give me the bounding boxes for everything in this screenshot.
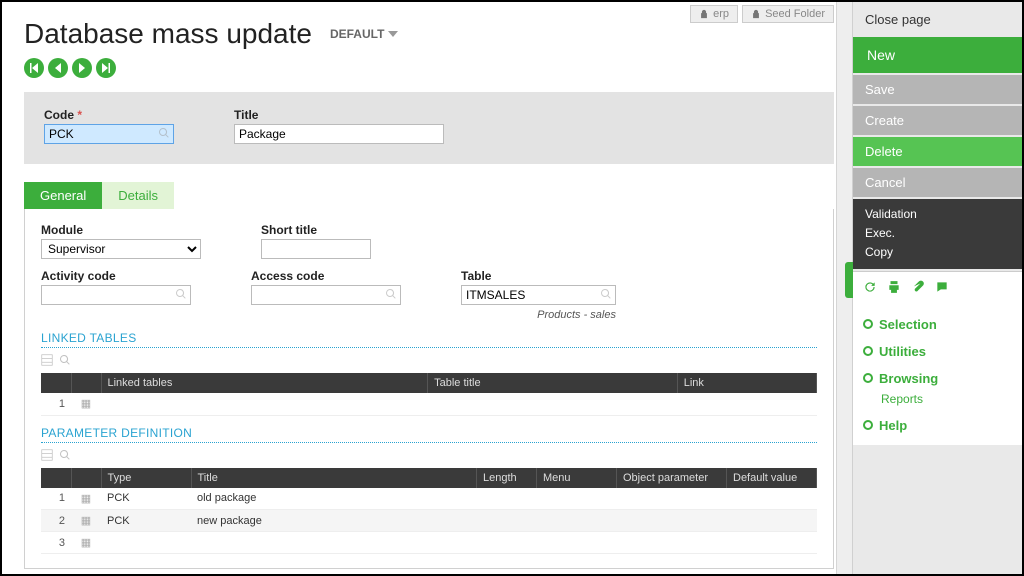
header-block: Code Title [24, 92, 834, 164]
record-nav [24, 58, 834, 78]
page-title: Database mass update [24, 18, 312, 50]
sidebar-links: Selection Utilities Browsing Reports Hel… [853, 305, 1022, 445]
access-lookup-icon[interactable] [385, 288, 397, 303]
validation-action[interactable]: Validation [865, 205, 1010, 224]
linked-tables-section: LINKED TABLES [41, 331, 817, 348]
table-row[interactable]: 1 ▦ PCK old package [41, 488, 817, 510]
link-utilities[interactable]: Utilities [863, 338, 1012, 365]
table-hint: Products - sales [461, 309, 616, 321]
paramdef-grid[interactable]: Type Title Length Menu Object parameter … [41, 468, 817, 555]
search-icon[interactable] [59, 354, 71, 369]
copy-action[interactable]: Copy [865, 243, 1010, 262]
module-label: Module [41, 223, 201, 237]
search-icon[interactable] [59, 449, 71, 464]
attach-icon[interactable] [911, 280, 925, 297]
col-defv: Default value [727, 468, 817, 488]
cancel-button[interactable]: Cancel [853, 168, 1022, 197]
activity-label: Activity code [41, 269, 191, 283]
link-reports[interactable]: Reports [881, 392, 1012, 412]
nav-next-button[interactable] [72, 58, 92, 78]
linked-tables-grid[interactable]: Linked tables Table title Link 1 ▦ [41, 373, 817, 416]
exec-action[interactable]: Exec. [865, 224, 1010, 243]
top-links: erp Seed Folder [690, 5, 834, 23]
icon-bar [853, 271, 1022, 305]
dark-actions: Validation Exec. Copy [853, 199, 1022, 269]
paramdef-toolbar [41, 449, 817, 464]
table-input[interactable] [461, 285, 616, 305]
table-row[interactable]: 1 ▦ [41, 393, 817, 415]
variant-dropdown[interactable]: DEFAULT [330, 27, 398, 41]
print-icon[interactable] [887, 280, 901, 297]
shorttitle-input[interactable] [261, 239, 371, 259]
create-button[interactable]: Create [853, 106, 1022, 135]
close-page[interactable]: Close page [853, 2, 1022, 37]
tabs: General Details [24, 182, 834, 209]
activity-input[interactable] [41, 285, 191, 305]
nav-prev-button[interactable] [48, 58, 68, 78]
general-panel: Module Supervisor Short title Activity c… [24, 209, 834, 569]
tab-details[interactable]: Details [102, 182, 174, 209]
col-linked-tables: Linked tables [101, 373, 428, 393]
tab-general[interactable]: General [24, 182, 102, 209]
title-label: Title [234, 108, 444, 122]
table-label: Table [461, 269, 616, 283]
col-length: Length [477, 468, 537, 488]
grid-icon[interactable] [41, 449, 53, 464]
code-input[interactable] [44, 124, 174, 144]
row-menu-icon[interactable]: ▦ [71, 532, 101, 554]
table-row[interactable]: 3 ▦ [41, 532, 817, 554]
paramdef-section: PARAMETER DEFINITION [41, 426, 817, 443]
title-input[interactable] [234, 124, 444, 144]
row-menu-icon[interactable]: ▦ [71, 393, 101, 415]
nav-last-button[interactable] [96, 58, 116, 78]
sidebar: Close page New Save Create Delete Cancel… [852, 2, 1022, 574]
nav-first-button[interactable] [24, 58, 44, 78]
access-input[interactable] [251, 285, 401, 305]
link-selection[interactable]: Selection [863, 311, 1012, 338]
col-menu: Menu [537, 468, 617, 488]
link-browsing[interactable]: Browsing [863, 365, 1012, 392]
grid-icon[interactable] [41, 354, 53, 369]
col-type: Type [101, 468, 191, 488]
new-button[interactable]: New [853, 37, 1022, 73]
link-erp[interactable]: erp [690, 5, 738, 23]
refresh-icon[interactable] [863, 280, 877, 297]
col-objp: Object parameter [617, 468, 727, 488]
comment-icon[interactable] [935, 280, 949, 297]
link-seed-folder[interactable]: Seed Folder [742, 5, 834, 23]
module-select[interactable]: Supervisor [41, 239, 201, 259]
code-lookup-icon[interactable] [158, 127, 170, 142]
main-panel: erp Seed Folder Database mass update DEF… [2, 2, 852, 574]
table-row[interactable]: 2 ▦ PCK new package [41, 510, 817, 532]
link-seed-label: Seed Folder [765, 8, 825, 20]
col-title: Title [191, 468, 477, 488]
delete-button[interactable]: Delete [853, 137, 1022, 166]
col-link: Link [677, 373, 816, 393]
code-label: Code [44, 108, 174, 122]
activity-lookup-icon[interactable] [175, 288, 187, 303]
col-blank [41, 373, 71, 393]
save-button[interactable]: Save [853, 75, 1022, 104]
sidebar-collapse-handle[interactable] [845, 262, 853, 298]
shorttitle-label: Short title [261, 223, 371, 237]
link-help[interactable]: Help [863, 412, 1012, 439]
col-blank2 [71, 373, 101, 393]
table-lookup-icon[interactable] [600, 288, 612, 303]
row-menu-icon[interactable]: ▦ [71, 488, 101, 510]
col-table-title: Table title [428, 373, 678, 393]
linked-toolbar [41, 354, 817, 369]
row-menu-icon[interactable]: ▦ [71, 510, 101, 532]
access-label: Access code [251, 269, 401, 283]
link-erp-label: erp [713, 8, 729, 20]
